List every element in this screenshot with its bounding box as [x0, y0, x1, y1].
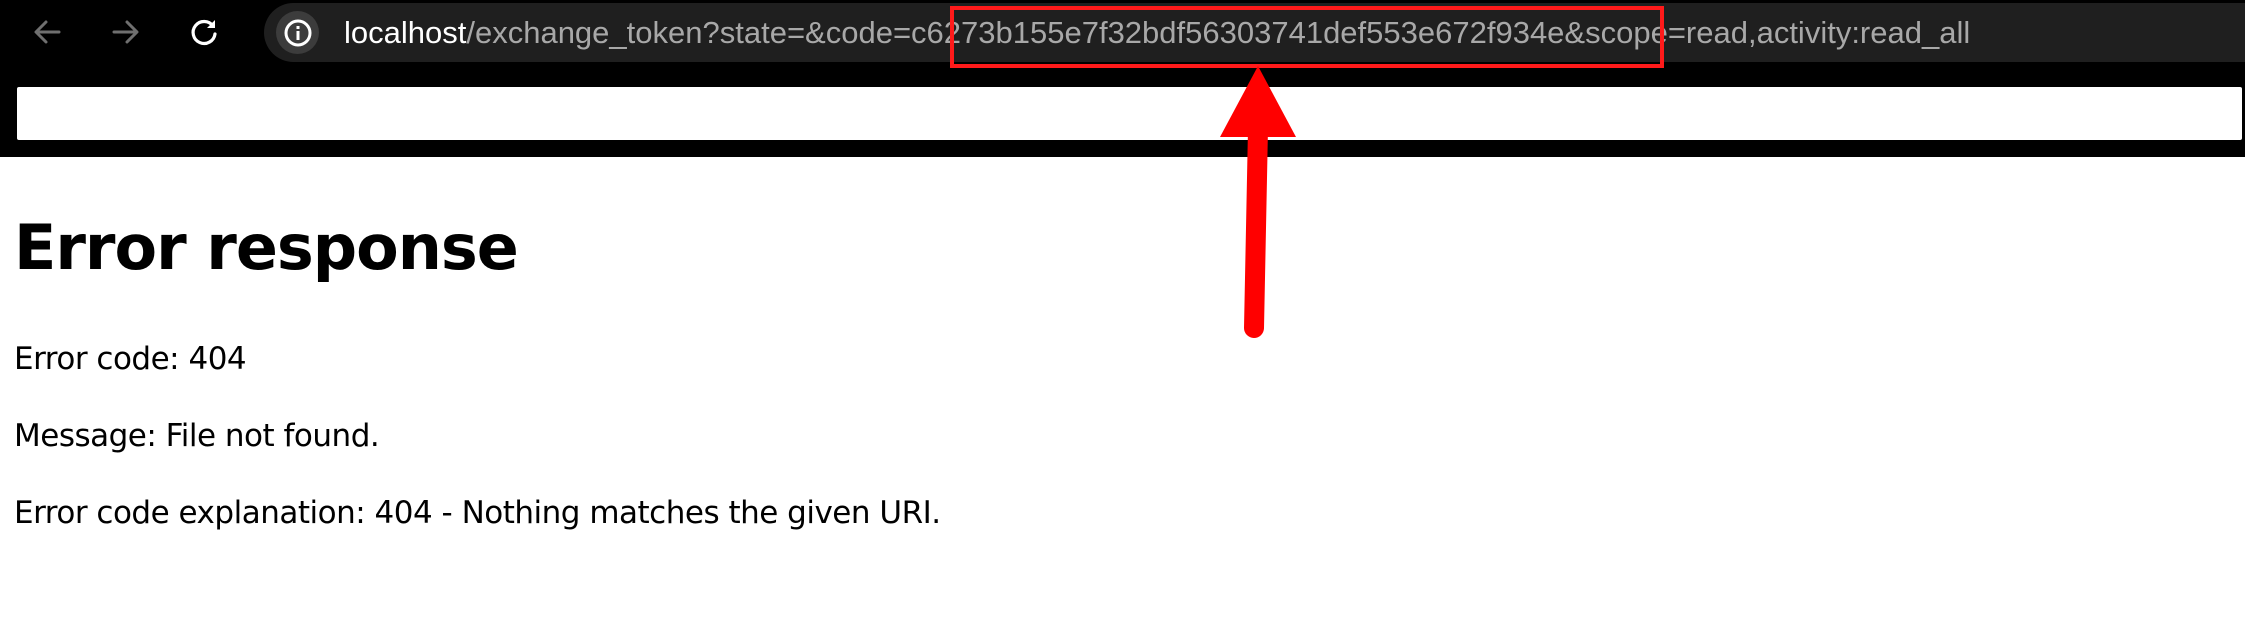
forward-button[interactable]	[102, 8, 150, 56]
browser-toolbar: localhost/exchange_token?state=&code=c62…	[0, 0, 2245, 157]
back-button[interactable]	[23, 8, 71, 56]
arrow-right-icon	[112, 20, 139, 44]
url-text[interactable]: localhost/exchange_token?state=&code=c62…	[344, 3, 1970, 62]
address-bar[interactable]: localhost/exchange_token?state=&code=c62…	[264, 3, 2245, 62]
bookmarks-bar	[17, 87, 2242, 140]
error-message-text: Message: File not found.	[14, 418, 380, 454]
arrow-left-icon	[34, 20, 61, 44]
site-info-button[interactable]	[276, 11, 319, 54]
url-path: /exchange_token?state=&code=c6273b155e7f…	[466, 15, 1971, 50]
error-code-text: Error code: 404	[14, 341, 247, 377]
reload-icon	[191, 19, 217, 46]
reload-button[interactable]	[180, 8, 228, 56]
page-title: Error response	[14, 211, 519, 284]
error-explanation-text: Error code explanation: 404 - Nothing ma…	[14, 495, 941, 531]
url-host: localhost	[344, 15, 467, 50]
info-icon	[284, 19, 311, 46]
